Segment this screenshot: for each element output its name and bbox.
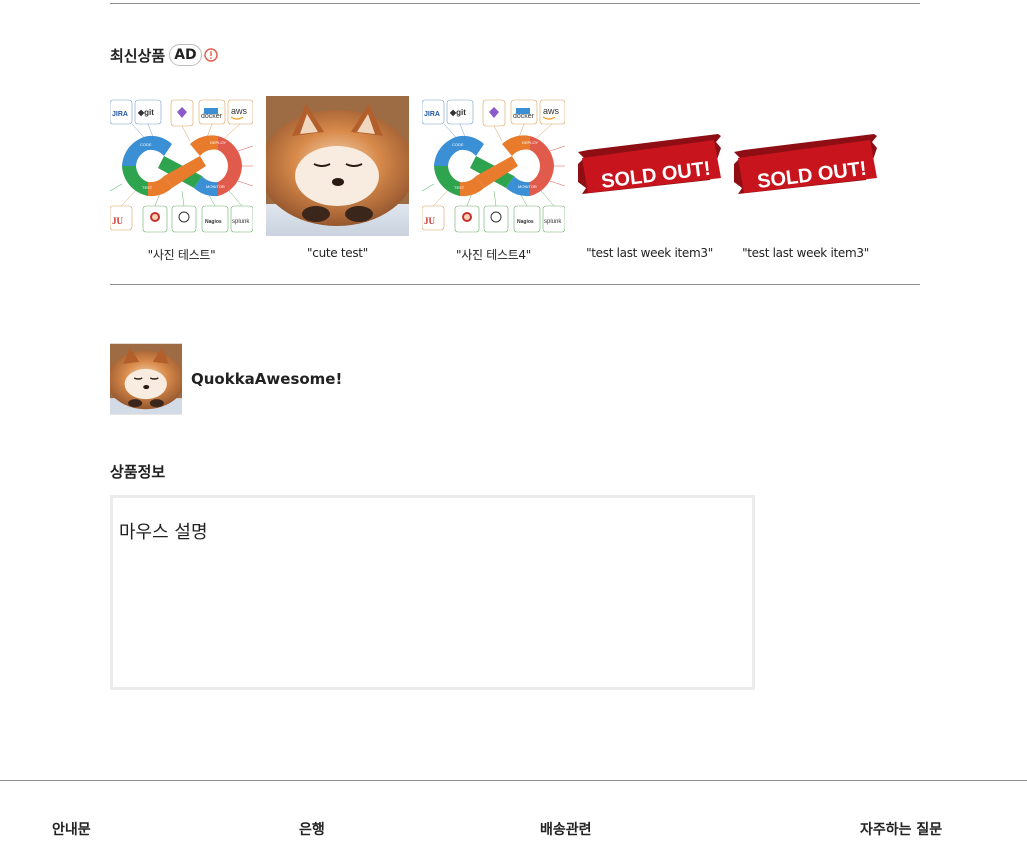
svg-text:DEPLOY: DEPLOY	[210, 140, 227, 145]
latest-products-list: JIRA ◆git docker aws DEPLOY CODE TEST MO…	[110, 96, 890, 263]
fox-avatar-icon	[110, 343, 182, 415]
sold-out-banner-icon: SOLD OUT!	[734, 96, 877, 236]
section-divider	[110, 284, 920, 285]
product-card[interactable]: JIRA ◆git docker aws DEPLOY CODE TEST MO…	[110, 96, 253, 263]
devops-diagram-icon: JIRA ◆git docker aws DEPLOY CODE TEST MO…	[422, 96, 565, 236]
product-description: 마우스 설명	[110, 495, 755, 690]
ad-info-icon[interactable]	[203, 48, 218, 62]
footer-link-shipping[interactable]: 배송관련	[540, 819, 592, 839]
product-info-title: 상품정보	[110, 463, 166, 481]
product-name: "사진 테스트"	[147, 248, 216, 262]
seller-profile[interactable]: QuokkaAwesome!	[110, 343, 342, 415]
svg-text:aws: aws	[543, 106, 560, 116]
product-name: "test last week item3"	[586, 246, 713, 260]
svg-text:DEPLOY: DEPLOY	[522, 140, 539, 145]
svg-text:JU: JU	[424, 216, 436, 226]
svg-text:TEST: TEST	[142, 185, 153, 190]
devops-diagram-icon: JIRA ◆git docker aws DEPLOY CODE TEST MO…	[110, 96, 253, 236]
svg-text:JIRA: JIRA	[112, 111, 128, 118]
svg-text:Nagios: Nagios	[517, 219, 534, 225]
svg-text:TEST: TEST	[454, 185, 465, 190]
footer-link-faq[interactable]: 자주하는 질문	[860, 819, 942, 839]
svg-text:docker: docker	[513, 113, 535, 120]
product-card[interactable]: SOLD OUT! "test last week item3"	[734, 96, 877, 263]
product-image: SOLD OUT!	[578, 96, 721, 236]
sold-out-banner-icon: SOLD OUT!	[578, 96, 721, 236]
page: 최신상품 AD JIRA ◆git docker aws DEPLOY CODE…	[0, 0, 1027, 851]
svg-text:CODE: CODE	[140, 142, 152, 147]
svg-text:◆git: ◆git	[449, 108, 466, 117]
product-card[interactable]: SOLD OUT! "test last week item3"	[578, 96, 721, 263]
svg-text:splunk: splunk	[232, 219, 250, 225]
svg-text:MONITOR: MONITOR	[518, 184, 537, 189]
svg-text:CODE: CODE	[452, 142, 464, 147]
svg-text:JU: JU	[112, 216, 124, 226]
svg-text:JIRA: JIRA	[424, 111, 440, 118]
top-divider	[110, 3, 920, 4]
product-card[interactable]: JIRA ◆git docker aws DEPLOY CODE TEST MO…	[422, 96, 565, 263]
product-image: SOLD OUT!	[734, 96, 877, 236]
ad-badge: AD	[169, 44, 202, 66]
product-card[interactable]: "cute test"	[266, 96, 409, 263]
footer-link-notice[interactable]: 안내문	[52, 819, 91, 839]
svg-text:◆git: ◆git	[137, 108, 154, 117]
product-image: JIRA ◆git docker aws DEPLOY CODE TEST MO…	[422, 96, 565, 236]
seller-name[interactable]: QuokkaAwesome!	[191, 370, 342, 388]
product-name: "test last week item3"	[742, 246, 869, 260]
footer-link-bank[interactable]: 은행	[299, 819, 325, 839]
svg-text:splunk: splunk	[544, 219, 562, 225]
latest-products-title: 최신상품	[110, 46, 166, 65]
svg-text:MONITOR: MONITOR	[206, 184, 225, 189]
product-description-text: 마우스 설명	[119, 522, 208, 543]
svg-text:docker: docker	[201, 113, 223, 120]
latest-products-header: 최신상품 AD	[110, 44, 218, 66]
product-image: JIRA ◆git docker aws DEPLOY CODE TEST MO…	[110, 96, 253, 236]
seller-avatar	[110, 343, 182, 415]
svg-text:Nagios: Nagios	[205, 219, 222, 225]
svg-text:aws: aws	[231, 106, 248, 116]
product-image	[266, 96, 409, 236]
fox-photo-icon	[266, 96, 409, 236]
product-name: "cute test"	[307, 246, 368, 260]
footer-divider	[0, 780, 1027, 781]
product-name: "사진 테스트4"	[456, 248, 531, 262]
